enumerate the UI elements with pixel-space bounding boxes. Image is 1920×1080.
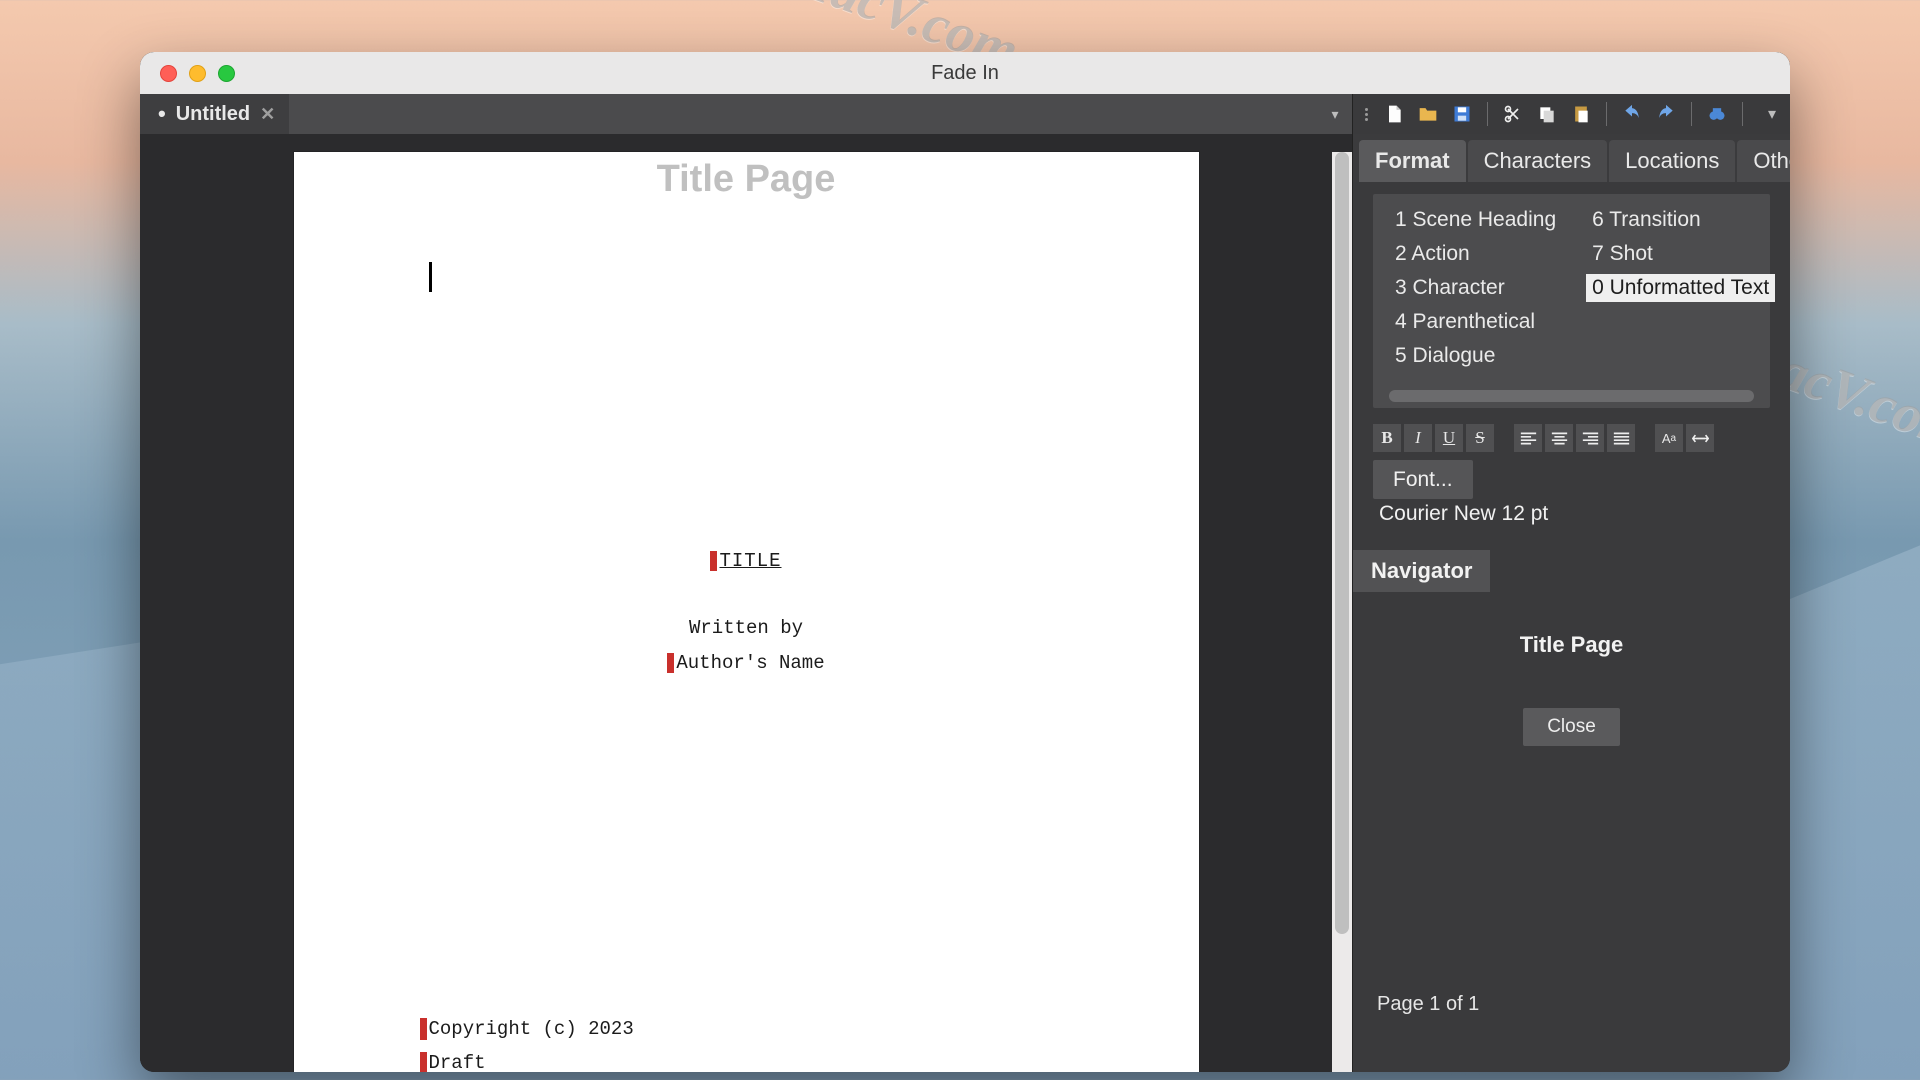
element-unformatted-text[interactable]: 0 Unformatted Text bbox=[1586, 274, 1775, 302]
element-list: 1 Scene Heading 2 Action 3 Character 4 Pare… bbox=[1373, 194, 1770, 408]
cut-button[interactable] bbox=[1498, 100, 1528, 128]
element-dialogue[interactable]: 5 Dialogue bbox=[1389, 342, 1562, 370]
align-center-button[interactable] bbox=[1545, 424, 1573, 452]
align-right-button[interactable] bbox=[1576, 424, 1604, 452]
undo-arrow-icon bbox=[1622, 104, 1642, 124]
document-tab-untitled[interactable]: • Untitled ✕ bbox=[140, 94, 289, 134]
text-format-row: B I U S Aa bbox=[1373, 424, 1770, 452]
title-placeholder-text: TITLE bbox=[719, 550, 781, 572]
page-status: Page 1 of 1 bbox=[1353, 993, 1790, 1072]
copy-button[interactable] bbox=[1532, 100, 1562, 128]
redo-button[interactable] bbox=[1651, 100, 1681, 128]
inspector-tabs: Format Characters Locations Other bbox=[1353, 134, 1790, 182]
character-spacing-button[interactable] bbox=[1686, 424, 1714, 452]
tab-overflow-button[interactable]: ▾ bbox=[1318, 106, 1352, 123]
open-document-button[interactable] bbox=[1413, 100, 1443, 128]
toolbar-separator bbox=[1487, 102, 1488, 126]
font-picker-button[interactable]: Font... bbox=[1373, 460, 1473, 499]
element-character[interactable]: 3 Character bbox=[1389, 274, 1562, 302]
navigator-title-page[interactable]: Title Page bbox=[1373, 632, 1770, 658]
toolbar-overflow-button[interactable]: ▾ bbox=[1762, 104, 1782, 124]
align-left-button[interactable] bbox=[1514, 424, 1542, 452]
page-footer-fields: Copyright (c) 2023 Draft bbox=[420, 1012, 634, 1072]
align-justify-icon bbox=[1613, 431, 1630, 446]
close-tab-icon[interactable]: ✕ bbox=[260, 104, 275, 125]
vertical-scrollbar[interactable] bbox=[1332, 152, 1352, 1072]
element-scene-heading[interactable]: 1 Scene Heading bbox=[1389, 206, 1562, 234]
scissors-icon bbox=[1503, 104, 1523, 124]
placeholder-marker-icon bbox=[667, 653, 674, 673]
document-page[interactable]: Title Page TITLE Written by Author's Nam… bbox=[294, 152, 1199, 1072]
clipboard-paste-icon bbox=[1571, 104, 1591, 124]
titlebar: Fade In bbox=[140, 52, 1790, 94]
navigator-header: Navigator bbox=[1353, 550, 1490, 592]
file-new-icon bbox=[1384, 104, 1404, 124]
tab-format[interactable]: Format bbox=[1359, 140, 1466, 182]
toolbar-separator bbox=[1606, 102, 1607, 126]
element-transition[interactable]: 6 Transition bbox=[1586, 206, 1775, 234]
document-tab-label: Untitled bbox=[176, 103, 250, 126]
find-button[interactable] bbox=[1702, 100, 1732, 128]
placeholder-marker-icon bbox=[420, 1052, 427, 1072]
element-parenthetical[interactable]: 4 Parenthetical bbox=[1389, 308, 1562, 336]
save-floppy-icon bbox=[1452, 104, 1472, 124]
save-document-button[interactable] bbox=[1447, 100, 1477, 128]
toolbar-separator bbox=[1691, 102, 1692, 126]
navigator-close-button[interactable]: Close bbox=[1523, 708, 1620, 746]
strikethrough-button[interactable]: S bbox=[1466, 424, 1494, 452]
text-caret bbox=[429, 262, 432, 292]
copy-pages-icon bbox=[1537, 104, 1557, 124]
undo-button[interactable] bbox=[1617, 100, 1647, 128]
editor-column: • Untitled ✕ ▾ Title Page TITLE Written … bbox=[140, 94, 1352, 1072]
font-block: Font... Courier New 12 pt bbox=[1373, 468, 1770, 532]
bold-button[interactable]: B bbox=[1373, 424, 1401, 452]
navigator-body: Title Page Close bbox=[1353, 592, 1790, 993]
hspacing-icon bbox=[1692, 431, 1709, 446]
align-right-icon bbox=[1582, 431, 1599, 446]
scrollbar-thumb[interactable] bbox=[1335, 152, 1349, 934]
copyright-field[interactable]: Copyright (c) 2023 bbox=[420, 1012, 634, 1046]
page-header-label: Title Page bbox=[294, 152, 1199, 201]
align-left-icon bbox=[1520, 431, 1537, 446]
italic-button[interactable]: I bbox=[1404, 424, 1432, 452]
underline-button[interactable]: U bbox=[1435, 424, 1463, 452]
toolbar-separator bbox=[1742, 102, 1743, 126]
font-description: Courier New 12 pt bbox=[1379, 502, 1770, 526]
align-justify-button[interactable] bbox=[1607, 424, 1635, 452]
window-title: Fade In bbox=[140, 62, 1790, 85]
placeholder-marker-icon bbox=[710, 551, 717, 571]
draft-field[interactable]: Draft bbox=[420, 1046, 634, 1072]
align-center-icon bbox=[1551, 431, 1568, 446]
placeholder-marker-icon bbox=[420, 1018, 427, 1040]
toolbar: ▾ bbox=[1353, 94, 1790, 134]
title-field[interactable]: TITLE bbox=[294, 550, 1199, 572]
document-tabbar: • Untitled ✕ ▾ bbox=[140, 94, 1352, 134]
author-placeholder-text: Author's Name bbox=[676, 652, 824, 674]
text-case-button[interactable]: Aa bbox=[1655, 424, 1683, 452]
copyright-text: Copyright (c) 2023 bbox=[429, 1012, 634, 1046]
new-document-button[interactable] bbox=[1379, 100, 1409, 128]
element-shot[interactable]: 7 Shot bbox=[1586, 240, 1775, 268]
redo-arrow-icon bbox=[1656, 104, 1676, 124]
draft-text: Draft bbox=[429, 1046, 486, 1072]
author-field[interactable]: Author's Name bbox=[294, 652, 1199, 674]
inspector-panel: ▾ Format Characters Locations Other 1 Sc… bbox=[1352, 94, 1790, 1072]
tab-locations[interactable]: Locations bbox=[1609, 140, 1735, 182]
app-window: Fade In • Untitled ✕ ▾ Title Page TITLE bbox=[140, 52, 1790, 1072]
tab-characters[interactable]: Characters bbox=[1468, 140, 1608, 182]
folder-open-icon bbox=[1418, 104, 1438, 124]
written-by-label: Written by bbox=[294, 617, 1199, 639]
element-list-hscroll[interactable] bbox=[1389, 390, 1754, 402]
toolbar-grip-icon bbox=[1361, 108, 1371, 121]
tab-other[interactable]: Other bbox=[1737, 140, 1790, 182]
editor-viewport: Title Page TITLE Written by Author's Nam… bbox=[140, 134, 1352, 1072]
element-action[interactable]: 2 Action bbox=[1389, 240, 1562, 268]
binoculars-icon bbox=[1707, 104, 1727, 124]
paste-button[interactable] bbox=[1566, 100, 1596, 128]
